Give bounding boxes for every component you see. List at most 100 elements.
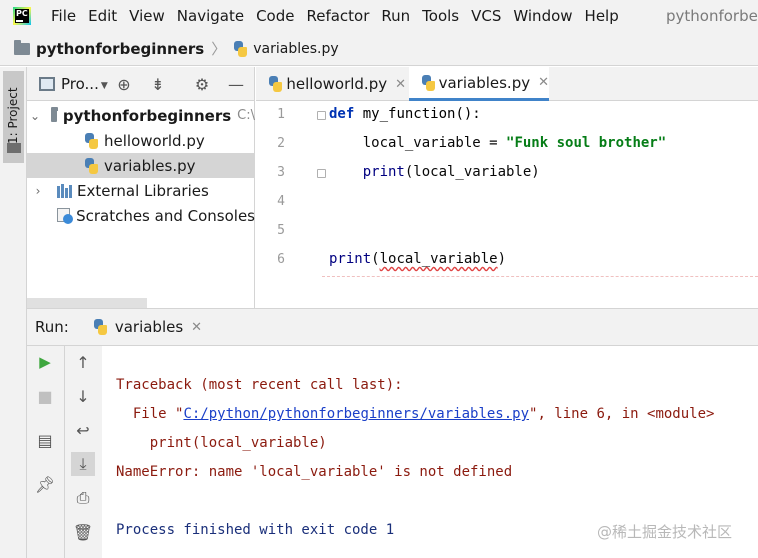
locate-target-icon[interactable]: ⊕ [115, 75, 133, 94]
window-title: pythonforbeg [666, 7, 758, 25]
tree-item-scratches[interactable]: Scratches and Consoles [27, 203, 255, 228]
menu-run[interactable]: Run [375, 0, 416, 32]
fold-marker-icon[interactable] [317, 169, 326, 178]
chevron-down-icon[interactable]: ⌄ [30, 109, 40, 123]
breadcrumb-project[interactable]: pythonforbeginners [36, 40, 204, 58]
folder-icon [14, 39, 30, 55]
tree-root-path: C:\ [237, 108, 255, 123]
close-icon[interactable]: ✕ [191, 320, 202, 335]
python-file-icon [84, 132, 100, 149]
soft-wrap-icon[interactable]: ↩ [73, 420, 93, 440]
tree-item-helloworld[interactable]: helloworld.py [27, 128, 255, 153]
chevron-right-icon: 〉 [211, 40, 227, 58]
project-tool-window-label[interactable]: 1: Project [6, 87, 20, 144]
trash-icon[interactable]: 🗑︎ [73, 522, 93, 542]
code-line-6: print(local_variable) [329, 251, 507, 267]
tree-item-label: helloworld.py [104, 131, 205, 150]
tab-variables[interactable]: variables.py ✕ [409, 67, 549, 101]
run-tab-label: variables [114, 318, 184, 336]
breadcrumb-file[interactable]: variables.py [253, 41, 338, 57]
python-file-icon [421, 74, 435, 91]
console-error: NameError: name 'local_variable' is not … [116, 464, 513, 480]
python-file-icon [233, 40, 249, 57]
run-toolbar-right: ↑ ↓ ↩ ⤓ ⎙ 🗑︎ [65, 346, 101, 558]
scratches-icon [57, 207, 74, 224]
code-line-3: print(local_variable) [329, 164, 540, 180]
error-squiggle: local_variable [379, 251, 498, 267]
folder-icon [51, 106, 58, 122]
chevron-right-icon[interactable]: › [30, 184, 46, 198]
gear-icon[interactable]: ⚙ [193, 75, 211, 94]
menu-bar: PC File Edit View Navigate Code Refactor… [0, 0, 758, 32]
collapse-all-icon[interactable]: ⇟ [149, 75, 167, 94]
python-file-icon [268, 76, 283, 92]
code-line-2: local_variable = "Funk soul brother" [329, 135, 667, 151]
stop-icon[interactable]: ■ [35, 386, 55, 406]
project-view-selector[interactable]: Pro... [61, 75, 99, 93]
tree-item-variables[interactable]: variables.py [27, 153, 255, 178]
close-icon[interactable]: ✕ [538, 75, 549, 90]
console-code: print(local_variable) [116, 435, 327, 451]
arrow-down-icon[interactable]: ↓ [73, 386, 93, 406]
console-file-line: File "C:/python/pythonforbeginners/varia… [116, 406, 715, 422]
console-exit-message: Process finished with exit code 1 [116, 522, 395, 538]
menu-navigate[interactable]: Navigate [171, 0, 250, 32]
run-tab-variables[interactable]: variables ✕ [93, 309, 202, 346]
line-number: 3 [277, 165, 285, 180]
fold-marker-icon[interactable] [317, 111, 326, 120]
layout-icon[interactable]: ▤ [35, 430, 55, 450]
editor-divider [322, 276, 758, 277]
tab-label: variables.py [438, 73, 531, 92]
tab-helloworld[interactable]: helloworld.py ✕ [256, 67, 406, 101]
horizontal-scrollbar[interactable] [27, 298, 147, 308]
menu-help[interactable]: Help [579, 0, 625, 32]
print-icon[interactable]: ⎙ [73, 488, 93, 508]
menu-view[interactable]: View [123, 0, 171, 32]
line-number: 6 [277, 252, 285, 267]
menu-code[interactable]: Code [250, 0, 300, 32]
line-number: 4 [277, 194, 285, 209]
watermark: @稀土掘金技术社区 [597, 523, 733, 541]
menu-vcs[interactable]: VCS [465, 0, 507, 32]
breadcrumb: pythonforbeginners 〉 variables.py [0, 32, 758, 66]
python-icon [93, 319, 109, 335]
tree-root-label: pythonforbeginners [62, 106, 232, 125]
tab-label: helloworld.py [286, 75, 388, 93]
minimize-icon[interactable]: — [227, 75, 245, 94]
console-traceback: Traceback (most recent call last): [116, 377, 403, 393]
run-toolbar-left: ▶ ■ ▤ 📌︎ [27, 346, 63, 558]
menu-file[interactable]: File [45, 0, 82, 32]
project-panel-header: Pro... ▼ ⊕ ⇟ ⚙ — [27, 67, 254, 101]
tree-item-label: External Libraries [77, 181, 209, 200]
code-editor[interactable]: 1 2 3 4 5 6 def my_function(): local_var… [256, 101, 758, 308]
run-panel-label: Run: [35, 318, 69, 336]
line-number: 5 [277, 223, 285, 238]
editor-tab-bar: helloworld.py ✕ variables.py ✕ [256, 67, 758, 101]
close-icon[interactable]: ✕ [395, 77, 406, 92]
chevron-down-icon[interactable]: ▼ [101, 81, 108, 91]
menu-window[interactable]: Window [507, 0, 578, 32]
project-view-icon [39, 76, 55, 91]
tree-item-external-libraries[interactable]: › External Libraries [27, 178, 255, 203]
run-panel-header: Run: variables ✕ [27, 309, 758, 346]
pin-icon[interactable]: 📌︎ [35, 474, 55, 494]
tree-item-root[interactable]: ⌄ pythonforbeginners C:\ [27, 103, 255, 128]
console-file-link[interactable]: C:/python/pythonforbeginners/variables.p… [183, 406, 529, 422]
library-icon [57, 183, 73, 198]
tree-item-label: Scratches and Consoles [76, 206, 255, 225]
tool-window-strip: 1: Project [0, 67, 27, 558]
rerun-icon[interactable]: ▶ [35, 352, 55, 372]
menu-refactor[interactable]: Refactor [300, 0, 375, 32]
pycharm-logo-icon: PC [13, 7, 31, 25]
line-number: 2 [277, 136, 285, 151]
folder-icon [7, 143, 21, 153]
code-line-1: def my_function(): [329, 106, 481, 122]
menu-tools[interactable]: Tools [416, 0, 465, 32]
python-file-icon [84, 157, 100, 174]
scroll-to-end-icon[interactable]: ⤓ [71, 452, 95, 476]
arrow-up-icon[interactable]: ↑ [73, 352, 93, 372]
menu-edit[interactable]: Edit [82, 0, 123, 32]
project-panel: Pro... ▼ ⊕ ⇟ ⚙ — ⌄ pythonforbeginners C:… [27, 67, 255, 308]
tree-item-label: variables.py [104, 156, 196, 175]
line-number: 1 [277, 107, 285, 122]
